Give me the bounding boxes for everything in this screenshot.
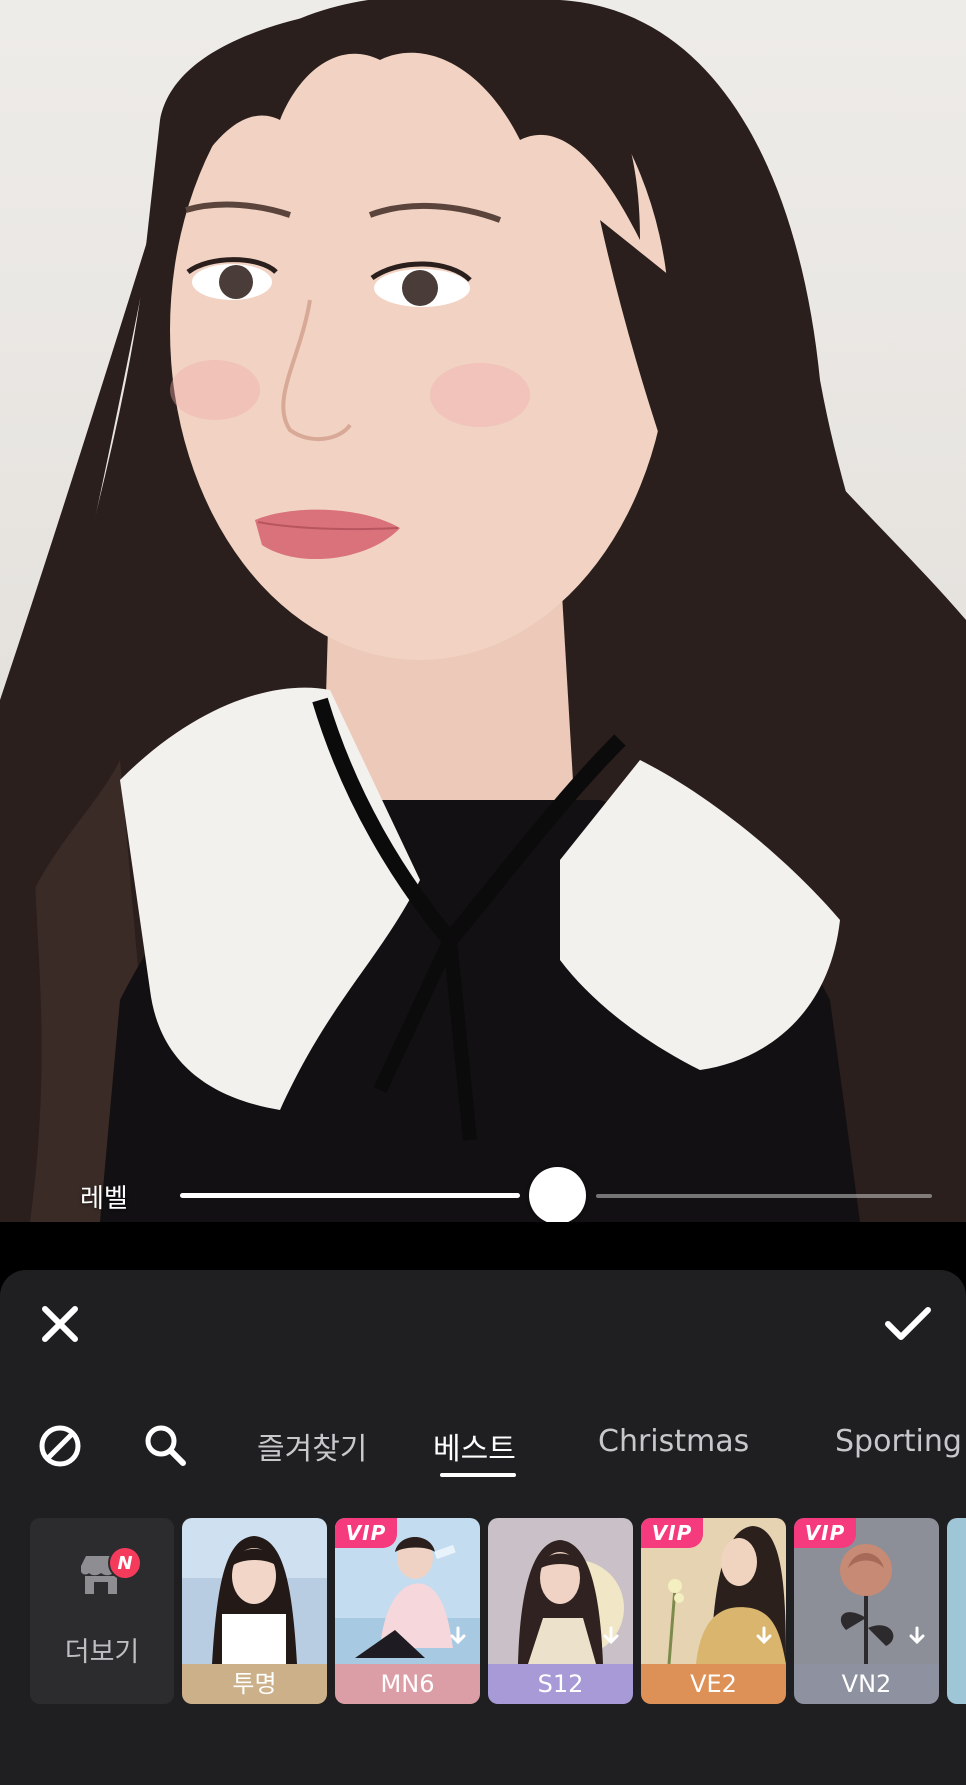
filter-name: S12	[488, 1664, 633, 1704]
filter-card[interactable]: VIP VN2	[794, 1518, 939, 1704]
photo-preview[interactable]: 레벨	[0, 0, 966, 1222]
checkmark-icon	[885, 1307, 931, 1340]
vip-badge: VIP	[335, 1518, 397, 1548]
close-button[interactable]	[36, 1300, 84, 1348]
category-tabs: 즐겨찾기 베스트 Christmas Sporting	[0, 1410, 966, 1480]
download-icon	[450, 1626, 466, 1645]
search-button[interactable]	[140, 1420, 190, 1470]
confirm-button[interactable]	[882, 1300, 934, 1348]
filter-list: N 더보기 투명 VIP MN6 S12 VIP VE2 VIP VN2	[0, 1518, 966, 1704]
new-badge: N	[108, 1546, 142, 1580]
more-label: 더보기	[64, 1637, 140, 1668]
close-icon	[42, 1306, 78, 1342]
active-tab-indicator	[440, 1473, 516, 1477]
filter-card-partial[interactable]	[947, 1518, 966, 1704]
filter-panel: 즐겨찾기 베스트 Christmas Sporting N 더보기 투명 VIP…	[0, 1270, 966, 1785]
download-icon	[756, 1626, 772, 1645]
tab-sporting[interactable]: Sporting	[835, 1424, 962, 1459]
tab-favorites[interactable]: 즐겨찾기	[257, 1424, 367, 1468]
none-filter-button[interactable]	[36, 1422, 84, 1470]
tab-christmas[interactable]: Christmas	[598, 1424, 749, 1459]
download-icon	[603, 1626, 619, 1645]
download-icon	[909, 1626, 925, 1645]
filter-name: MN6	[335, 1664, 480, 1704]
filter-card[interactable]: VIP MN6	[335, 1518, 480, 1704]
filter-thumbnail	[182, 1518, 327, 1664]
portrait-photo	[0, 0, 966, 1222]
filter-card[interactable]: VIP VE2	[641, 1518, 786, 1704]
slider-track-filled[interactable]	[180, 1193, 520, 1198]
filter-card[interactable]: 투명	[182, 1518, 327, 1704]
filter-name: VN2	[794, 1664, 939, 1704]
more-filters-button[interactable]: N 더보기	[30, 1518, 174, 1704]
filter-name: VE2	[641, 1664, 786, 1704]
filter-name: 투명	[182, 1664, 327, 1704]
none-icon	[39, 1425, 81, 1467]
search-icon	[145, 1425, 186, 1466]
slider-track-empty[interactable]	[596, 1194, 932, 1198]
tab-best[interactable]: 베스트	[433, 1424, 516, 1468]
vip-badge: VIP	[641, 1518, 703, 1548]
slider-label: 레벨	[80, 1184, 128, 1214]
slider-thumb[interactable]	[529, 1167, 586, 1222]
vip-badge: VIP	[794, 1518, 856, 1548]
filter-card[interactable]: S12	[488, 1518, 633, 1704]
